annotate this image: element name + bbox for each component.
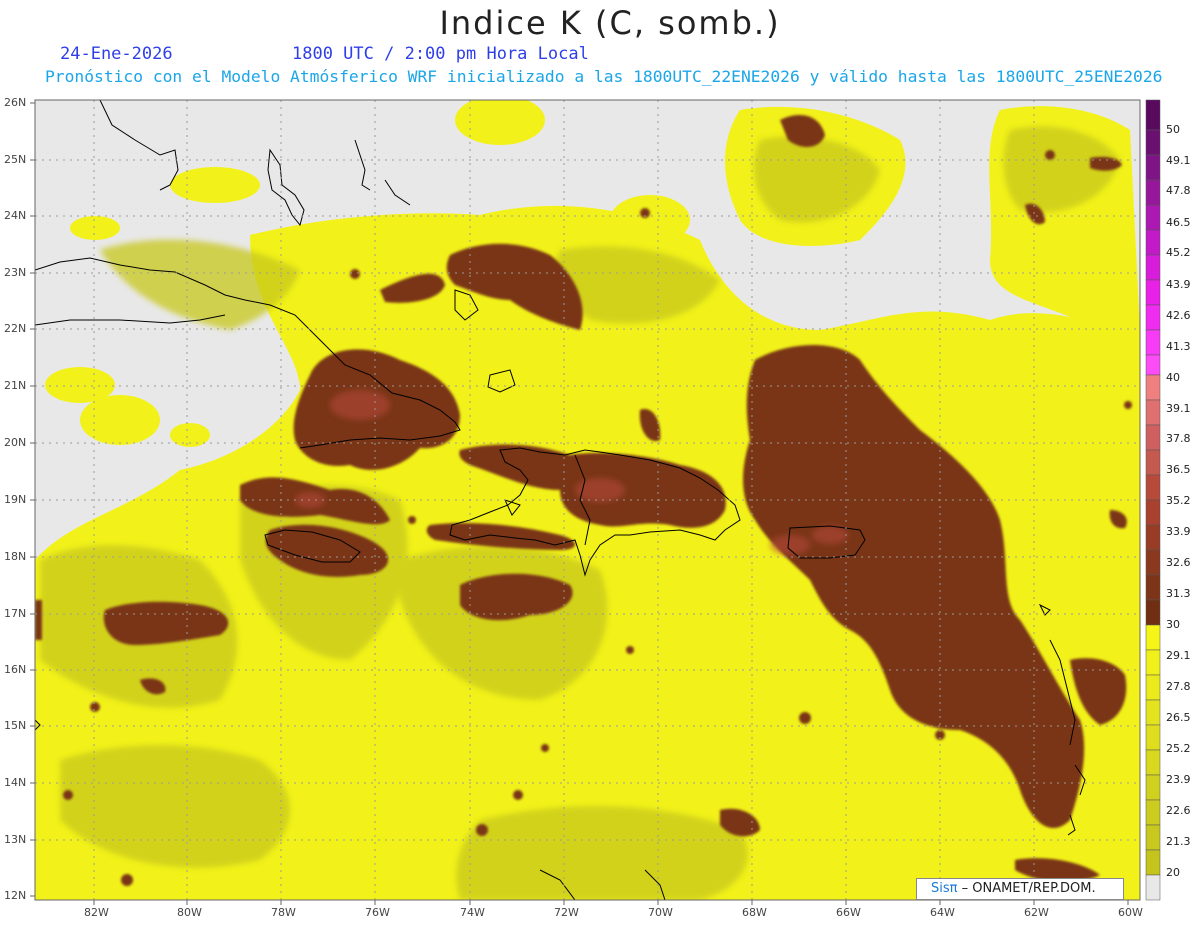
colorbar [1145,99,1161,901]
lon-label: 82W [84,906,109,919]
lon-label: 60W [1118,906,1143,919]
credit-box: Sisπ – ONAMET/REP.DOM. [916,878,1124,900]
colorbar-label: 36.5 [1166,463,1191,476]
colorbar-label: 20 [1166,866,1180,879]
lat-label: 26N [4,96,27,109]
lon-label: 66W [836,906,861,919]
colorbar-label: 30 [1166,618,1180,631]
colorbar-label: 45.2 [1166,246,1191,259]
lat-label: 17N [4,607,27,620]
colorbar-label: 37.8 [1166,432,1191,445]
lat-label: 22N [4,322,27,335]
colorbar-label: 33.9 [1166,525,1191,538]
lon-label: 74W [460,906,485,919]
credit-text: – ONAMET/REP.DOM. [961,881,1096,896]
colorbar-label: 39.1 [1166,402,1191,415]
colorbar-label: 41.3 [1166,340,1191,353]
map-canvas [30,99,1161,905]
colorbar-label: 26.5 [1166,711,1191,724]
colorbar-label: 47.8 [1166,184,1191,197]
colorbar-label: 43.9 [1166,278,1191,291]
lat-label: 16N [4,663,27,676]
colorbar-label: 29.1 [1166,649,1191,662]
colorbar-label: 25.2 [1166,742,1191,755]
lat-label: 21N [4,379,27,392]
lon-label: 64W [930,906,955,919]
lat-label: 20N [4,436,27,449]
lat-label: 12N [4,889,27,902]
credit-brand: Sisπ [931,881,958,896]
lon-label: 62W [1024,906,1049,919]
colorbar-label: 31.3 [1166,587,1191,600]
lon-label: 70W [648,906,673,919]
colorbar-label: 23.9 [1166,773,1191,786]
lon-label: 76W [365,906,390,919]
lat-label: 19N [4,493,27,506]
lat-label: 18N [4,550,27,563]
lat-label: 25N [4,153,27,166]
colorbar-label: 46.5 [1166,216,1191,229]
colorbar-label: 40 [1166,371,1180,384]
colorbar-label: 42.6 [1166,309,1191,322]
colorbar-label: 35.2 [1166,494,1191,507]
colorbar-label: 50 [1166,123,1180,136]
colorbar-label: 21.3 [1166,835,1191,848]
lat-label: 23N [4,266,27,279]
k-index-field [35,100,1140,900]
lat-label: 14N [4,776,27,789]
lat-label: 24N [4,209,27,222]
colorbar-label: 32.6 [1166,556,1191,569]
lon-label: 80W [177,906,202,919]
lon-label: 78W [271,906,296,919]
lat-label: 13N [4,833,27,846]
colorbar-label: 49.1 [1166,154,1191,167]
lat-label: 15N [4,719,27,732]
colorbar-label: 27.8 [1166,680,1191,693]
colorbar-label: 22.6 [1166,804,1191,817]
lon-label: 72W [554,906,579,919]
lon-label: 68W [742,906,767,919]
